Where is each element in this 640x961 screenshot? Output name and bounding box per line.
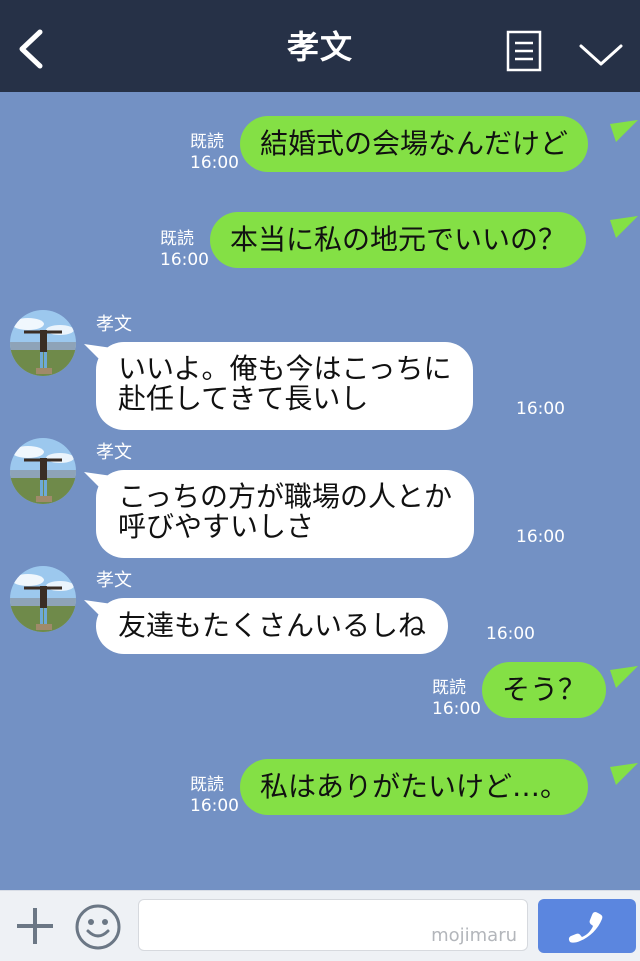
message-time: 16:00 [486, 624, 535, 644]
message-time: 16:00 [516, 399, 565, 419]
chevron-down-icon[interactable] [578, 40, 624, 70]
sender-name: 孝文 [96, 570, 132, 591]
message-time: 16:00 [516, 527, 565, 547]
read-receipt: 既読 [190, 775, 224, 795]
outgoing-message-bubble[interactable]: そう？ [482, 662, 607, 718]
bubble-tail [610, 216, 638, 238]
avatar[interactable] [10, 438, 76, 504]
avatar-photo [10, 310, 76, 376]
message-status: 既読 16:00 [432, 678, 481, 720]
phone-icon [568, 911, 603, 943]
message-line: いいよ。俺も今はこっちに [118, 352, 452, 385]
outgoing-message-bubble[interactable]: 本当に私の地元でいいの？ [210, 212, 587, 268]
bubble-tail [610, 763, 638, 785]
sender-name: 孝文 [96, 442, 132, 463]
message-time: 16:00 [190, 153, 239, 173]
call-button[interactable] [538, 899, 636, 953]
message-time: 16:00 [432, 699, 481, 719]
outgoing-message-bubble[interactable]: 結婚式の会場なんだけど [240, 116, 589, 172]
outgoing-message-bubble[interactable]: 私はありがたいけど…。 [240, 759, 589, 815]
read-receipt: 既読 [160, 229, 194, 249]
message-status: 既読 16:00 [190, 775, 239, 817]
watermark: mojimaru [431, 925, 517, 946]
message-line: 呼びやすいしさ [118, 510, 315, 543]
message-time: 16:00 [160, 250, 209, 270]
read-receipt: 既読 [432, 678, 466, 698]
message-line: こっちの方が職場の人とか [118, 480, 453, 513]
avatar-photo [10, 566, 76, 632]
menu-list-icon[interactable] [506, 30, 542, 72]
plus-icon[interactable] [14, 905, 56, 947]
avatar-photo [10, 438, 76, 504]
message-line: 赴任してきて長いし [118, 382, 369, 415]
input-bar: mojimaru [0, 890, 640, 961]
incoming-message-bubble[interactable]: 友達もたくさんいるしね [96, 598, 449, 654]
message-status: 既読 16:00 [190, 132, 239, 174]
avatar[interactable] [10, 566, 76, 632]
chat-title: 孝文 [286, 28, 353, 66]
message-input[interactable]: mojimaru [138, 899, 528, 951]
avatar[interactable] [10, 310, 76, 376]
message-time: 16:00 [190, 796, 239, 816]
chat-header: 孝文 [0, 0, 640, 92]
bubble-tail [610, 666, 638, 688]
incoming-message-bubble[interactable]: いいよ。俺も今はこっちに 赴任してきて長いし [96, 342, 474, 430]
read-receipt: 既読 [190, 132, 224, 152]
message-status: 既読 16:00 [160, 229, 209, 271]
smiley-icon[interactable] [74, 903, 122, 951]
sender-name: 孝文 [96, 314, 132, 335]
bubble-tail [610, 120, 638, 142]
incoming-message-bubble[interactable]: こっちの方が職場の人とか 呼びやすいしさ [96, 470, 475, 558]
message-list[interactable]: 既読 16:00 結婚式の会場なんだけど 既読 16:00 本当に私の地元でいい… [0, 92, 640, 890]
